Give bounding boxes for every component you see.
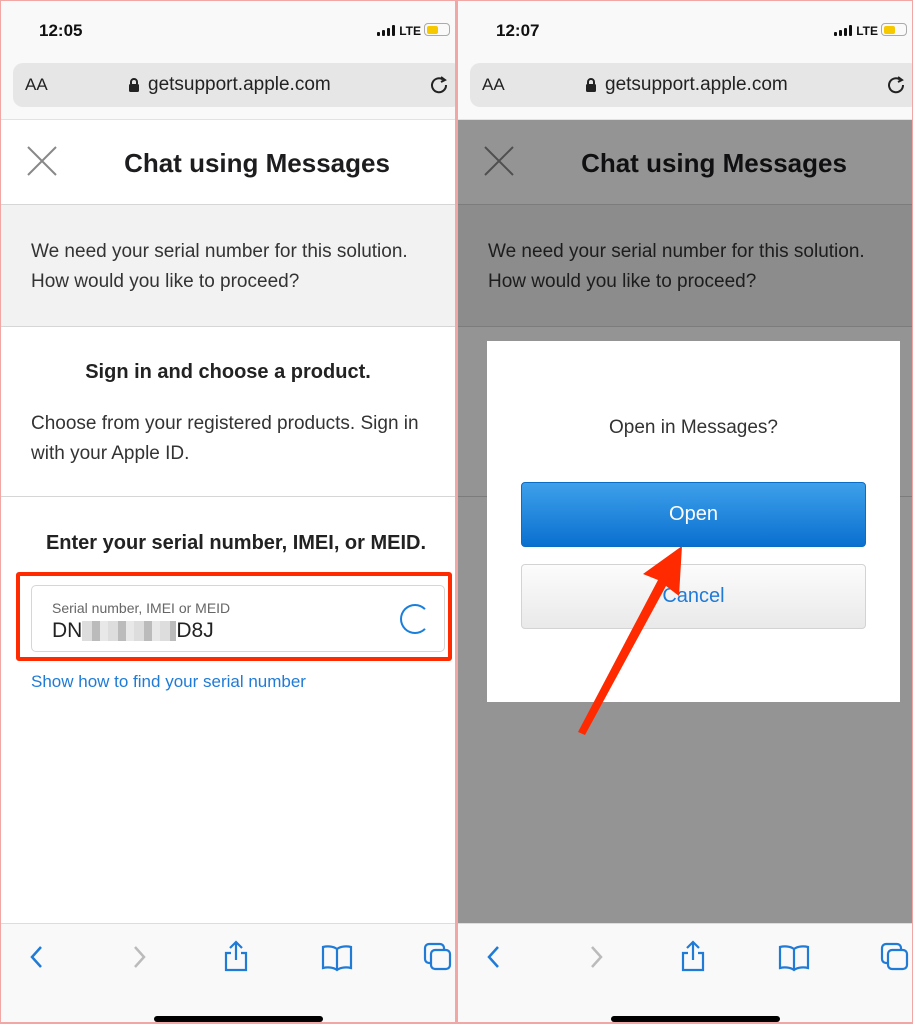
tabs-icon[interactable] (880, 942, 910, 972)
share-icon[interactable] (223, 940, 249, 972)
forward-icon[interactable] (586, 944, 606, 970)
lock-icon (129, 78, 139, 92)
browser-toolbar (458, 923, 912, 1022)
network-type: LTE (856, 24, 878, 38)
back-icon[interactable] (484, 944, 504, 970)
text-size-button[interactable]: AA (25, 75, 48, 95)
home-indicator[interactable] (154, 1016, 323, 1022)
open-in-messages-dialog: Open in Messages? Open Cancel (487, 341, 900, 702)
lock-icon (586, 78, 596, 92)
battery-icon (424, 23, 450, 36)
bookmarks-icon[interactable] (778, 944, 810, 972)
reload-icon[interactable] (429, 75, 451, 97)
web-content: Chat using Messages We need your serial … (458, 119, 912, 924)
battery-icon (881, 23, 907, 36)
open-button[interactable]: Open (521, 482, 866, 547)
find-serial-link[interactable]: Show how to find your serial number (31, 672, 306, 692)
signal-icon (834, 25, 852, 36)
phone-screen-left: 12:05 LTE AA getsupport.apple.com Chat u… (1, 1, 455, 1022)
text-size-button[interactable]: AA (482, 75, 505, 95)
home-indicator[interactable] (611, 1016, 780, 1022)
share-icon[interactable] (680, 940, 706, 972)
cancel-button[interactable]: Cancel (521, 564, 866, 629)
bookmarks-icon[interactable] (321, 944, 353, 972)
signin-text: Choose from your registered products. Si… (31, 413, 419, 464)
signin-heading[interactable]: Sign in and choose a product. (1, 361, 455, 384)
browser-toolbar (1, 923, 455, 1022)
web-content: Chat using Messages We need your serial … (1, 119, 455, 923)
url-text: getsupport.apple.com (148, 74, 331, 95)
serial-heading: Enter your serial number, IMEI, or MEID. (45, 532, 427, 554)
tabs-icon[interactable] (423, 942, 453, 972)
status-time: 12:07 (496, 21, 540, 40)
dialog-question: Open in Messages? (609, 417, 778, 438)
network-type: LTE (399, 24, 421, 38)
page-header: Chat using Messages (1, 120, 455, 204)
reload-icon[interactable] (886, 75, 908, 97)
url-text: getsupport.apple.com (605, 74, 788, 95)
url-display[interactable]: getsupport.apple.com (128, 74, 331, 96)
signin-option[interactable]: Sign in and choose a product. Choose fro… (1, 327, 455, 497)
phone-screen-right: 12:07 LTE AA getsupport.apple.com Chat u… (458, 1, 912, 1022)
signal-icon (377, 25, 395, 36)
page-title: Chat using Messages (124, 148, 390, 178)
forward-icon[interactable] (129, 944, 149, 970)
url-display[interactable]: getsupport.apple.com (585, 74, 788, 96)
message-box: We need your serial number for this solu… (1, 204, 455, 327)
highlight-box (16, 572, 452, 661)
back-icon[interactable] (27, 944, 47, 970)
status-time: 12:05 (39, 21, 83, 40)
